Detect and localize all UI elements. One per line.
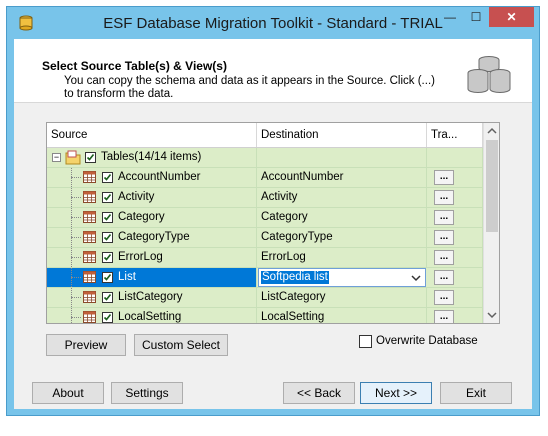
table-icon: [83, 171, 96, 183]
destination-dropdown-value: Softpedia list: [261, 271, 329, 284]
table-row[interactable]: LocalSetting LocalSetting ...: [47, 308, 483, 323]
source-cell: AccountNumber: [47, 168, 257, 187]
source-table-name: Category: [118, 211, 165, 223]
source-table-name: AccountNumber: [118, 171, 201, 183]
transform-button[interactable]: ...: [434, 170, 454, 185]
scrollbar-thumb[interactable]: [486, 140, 498, 232]
source-table-name: Activity: [118, 191, 155, 203]
column-header-source[interactable]: Source: [47, 123, 257, 147]
step-title: Select Source Table(s) & View(s): [42, 59, 227, 73]
transform-button[interactable]: ...: [434, 190, 454, 205]
table-icon: [83, 311, 96, 323]
settings-button[interactable]: Settings: [111, 382, 183, 404]
vertical-scrollbar[interactable]: [483, 123, 500, 323]
table-icon: [83, 231, 96, 243]
column-header-destination[interactable]: Destination: [257, 123, 427, 147]
row-checkbox[interactable]: [102, 232, 113, 243]
root-label: Tables(14/14 items): [101, 151, 202, 163]
source-table-name: LocalSetting: [118, 311, 182, 323]
database-icon: [467, 56, 511, 93]
source-table-name: CategoryType: [118, 231, 190, 243]
step-description: You can copy the schema and data as it a…: [64, 75, 435, 100]
row-checkbox[interactable]: [102, 272, 113, 283]
source-cell: ListCategory: [47, 288, 257, 307]
scroll-down-icon[interactable]: [484, 306, 500, 323]
chevron-down-icon[interactable]: [411, 272, 421, 284]
transform-button[interactable]: ...: [434, 270, 454, 285]
tables-grid[interactable]: Source Destination Tra... − Tables(14/14…: [46, 122, 500, 324]
destination-cell[interactable]: ListCategory: [257, 288, 427, 307]
scroll-up-icon[interactable]: [484, 123, 500, 140]
table-row[interactable]: Activity Activity ...: [47, 188, 483, 208]
app-window: ESF Database Migration Toolkit - Standar…: [6, 6, 540, 416]
destination-dropdown[interactable]: Softpedia list: [258, 268, 426, 287]
column-header-transform[interactable]: Tra...: [427, 123, 483, 147]
root-transform-cell: [427, 148, 483, 167]
title-bar[interactable]: ESF Database Migration Toolkit - Standar…: [7, 7, 539, 39]
minimize-button[interactable]: —: [437, 7, 463, 27]
overwrite-database-label: Overwrite Database: [376, 335, 478, 347]
wizard-header: Select Source Table(s) & View(s) You can…: [14, 39, 532, 103]
table-icon: [83, 191, 96, 203]
source-table-name: ErrorLog: [118, 251, 163, 263]
close-button[interactable]: ✕: [489, 7, 534, 27]
destination-cell[interactable]: ErrorLog: [257, 248, 427, 267]
source-cell: ErrorLog: [47, 248, 257, 267]
back-button[interactable]: << Back: [283, 382, 355, 404]
table-row[interactable]: ErrorLog ErrorLog ...: [47, 248, 483, 268]
table-row-selected[interactable]: List Softpedia list ...: [47, 268, 483, 288]
destination-cell[interactable]: CategoryType: [257, 228, 427, 247]
root-source-cell: − Tables(14/14 items): [47, 148, 257, 167]
transform-button[interactable]: ...: [434, 250, 454, 265]
custom-select-button[interactable]: Custom Select: [134, 334, 228, 356]
preview-button[interactable]: Preview: [46, 334, 126, 356]
transform-button[interactable]: ...: [434, 230, 454, 245]
source-cell: Activity: [47, 188, 257, 207]
wizard-content: Select Source Table(s) & View(s) You can…: [14, 39, 532, 409]
source-cell: LocalSetting: [47, 308, 257, 323]
root-checkbox[interactable]: [85, 152, 96, 163]
table-icon: [83, 251, 96, 263]
destination-cell[interactable]: Category: [257, 208, 427, 227]
row-checkbox[interactable]: [102, 172, 113, 183]
table-icon: [83, 271, 96, 283]
root-destination-cell: [257, 148, 427, 167]
folder-icon: [65, 150, 81, 165]
destination-cell[interactable]: LocalSetting: [257, 308, 427, 323]
table-row[interactable]: CategoryType CategoryType ...: [47, 228, 483, 248]
exit-button[interactable]: Exit: [440, 382, 512, 404]
source-table-name: List: [118, 271, 136, 283]
table-icon: [83, 211, 96, 223]
row-checkbox[interactable]: [102, 312, 113, 323]
source-table-name: ListCategory: [118, 291, 183, 303]
tree-root-row[interactable]: − Tables(14/14 items): [47, 148, 483, 168]
table-row[interactable]: AccountNumber AccountNumber ...: [47, 168, 483, 188]
table-row[interactable]: Category Category ...: [47, 208, 483, 228]
overwrite-database-checkbox[interactable]: [359, 335, 372, 348]
about-button[interactable]: About: [32, 382, 104, 404]
transform-button[interactable]: ...: [434, 210, 454, 225]
table-row[interactable]: ListCategory ListCategory ...: [47, 288, 483, 308]
next-button[interactable]: Next >>: [360, 382, 432, 404]
table-icon: [83, 291, 96, 303]
grid-rows: − Tables(14/14 items) AccountNumber Acco…: [47, 148, 483, 323]
destination-cell[interactable]: AccountNumber: [257, 168, 427, 187]
row-checkbox[interactable]: [102, 252, 113, 263]
row-checkbox[interactable]: [102, 192, 113, 203]
source-cell: List: [47, 268, 257, 287]
grid-header: Source Destination Tra...: [47, 123, 483, 148]
row-checkbox[interactable]: [102, 212, 113, 223]
transform-button[interactable]: ...: [434, 310, 454, 323]
source-cell: CategoryType: [47, 228, 257, 247]
destination-cell[interactable]: Activity: [257, 188, 427, 207]
transform-button[interactable]: ...: [434, 290, 454, 305]
row-checkbox[interactable]: [102, 292, 113, 303]
collapse-toggle-icon[interactable]: −: [52, 153, 61, 162]
maximize-button[interactable]: ☐: [463, 7, 489, 27]
source-cell: Category: [47, 208, 257, 227]
